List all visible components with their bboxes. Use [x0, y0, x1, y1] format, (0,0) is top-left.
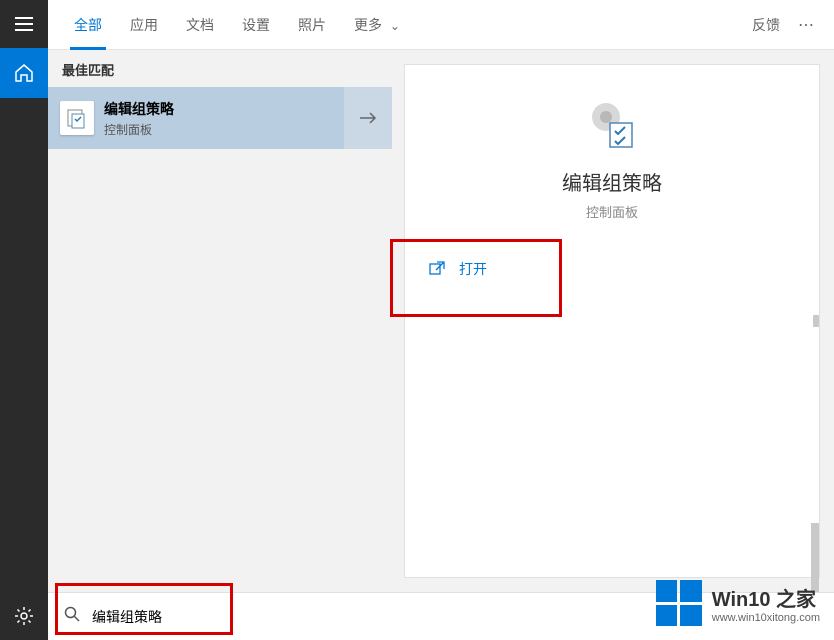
main-area: 全部 应用 文档 设置 照片 更多 ⌄ 反馈 ⋯ 最佳匹配 编辑组策略 控制面板 — [48, 0, 834, 640]
search-icon — [64, 606, 80, 627]
overflow-button[interactable]: ⋯ — [790, 15, 822, 35]
search-bar — [48, 592, 834, 640]
gpedit-icon — [60, 101, 94, 135]
result-select[interactable]: 编辑组策略 控制面板 — [48, 99, 344, 138]
gear-icon — [14, 606, 34, 626]
tab-apps[interactable]: 应用 — [116, 0, 172, 50]
detail-subtitle: 控制面板 — [586, 202, 638, 221]
settings-button[interactable] — [0, 592, 48, 640]
detail-gpedit-icon — [584, 95, 640, 151]
tab-settings[interactable]: 设置 — [228, 0, 284, 50]
tab-more[interactable]: 更多 ⌄ — [340, 0, 414, 50]
tab-docs[interactable]: 文档 — [172, 0, 228, 50]
results-pane: 最佳匹配 编辑组策略 控制面板 — [48, 50, 392, 592]
tab-photos[interactable]: 照片 — [284, 0, 340, 50]
result-item: 编辑组策略 控制面板 — [48, 87, 392, 149]
feedback-link[interactable]: 反馈 — [742, 15, 790, 35]
result-expand-button[interactable] — [344, 87, 392, 149]
sidebar — [0, 0, 48, 640]
scrollbar-thumb[interactable] — [813, 315, 819, 327]
home-icon — [14, 63, 34, 83]
filter-tabs: 全部 应用 文档 设置 照片 更多 ⌄ 反馈 ⋯ — [48, 0, 834, 50]
best-match-heading: 最佳匹配 — [48, 50, 392, 87]
search-input[interactable] — [92, 609, 818, 625]
arrow-right-icon — [358, 111, 378, 125]
chevron-down-icon: ⌄ — [390, 19, 400, 33]
result-subtitle: 控制面板 — [104, 121, 174, 138]
detail-title: 编辑组策略 — [562, 167, 662, 196]
home-button[interactable] — [0, 48, 48, 98]
open-label: 打开 — [459, 259, 487, 279]
hamburger-button[interactable] — [0, 0, 48, 48]
tab-all[interactable]: 全部 — [60, 0, 116, 50]
menu-icon — [15, 17, 33, 31]
result-title: 编辑组策略 — [104, 99, 174, 119]
content-area: 最佳匹配 编辑组策略 控制面板 — [48, 50, 834, 592]
open-action[interactable]: 打开 — [405, 245, 819, 293]
detail-pane: 编辑组策略 控制面板 打开 — [404, 64, 820, 578]
open-icon — [429, 261, 445, 278]
